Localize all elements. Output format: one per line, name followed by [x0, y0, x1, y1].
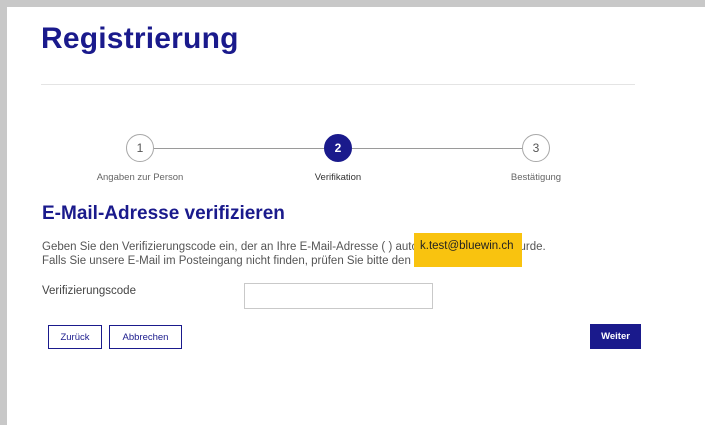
step-3-label: Bestätigung: [510, 172, 562, 183]
page-title: Registrierung: [41, 22, 239, 55]
cancel-button[interactable]: Abbrechen: [109, 325, 182, 349]
step-1-label: Angaben zur Person: [96, 172, 184, 183]
step-3-circle: 3: [522, 134, 550, 162]
step-connector-1-2: [154, 148, 325, 149]
verification-code-input[interactable]: [244, 283, 433, 309]
step-2-label: Verifikation: [314, 172, 362, 183]
window-left-border: [0, 7, 7, 425]
email-highlight-badge: k.test@bluewin.ch: [414, 233, 522, 267]
verification-heading: E-Mail-Adresse verifizieren: [42, 203, 285, 224]
step-2-circle: 2: [324, 134, 352, 162]
step-1-circle: 1: [126, 134, 154, 162]
title-divider: [41, 84, 635, 85]
back-button[interactable]: Zurück: [48, 325, 102, 349]
verification-code-label: Verifizierungscode: [42, 285, 136, 297]
step-connector-2-3: [352, 148, 522, 149]
next-button[interactable]: Weiter: [590, 324, 641, 349]
window-top-border: [0, 0, 705, 7]
